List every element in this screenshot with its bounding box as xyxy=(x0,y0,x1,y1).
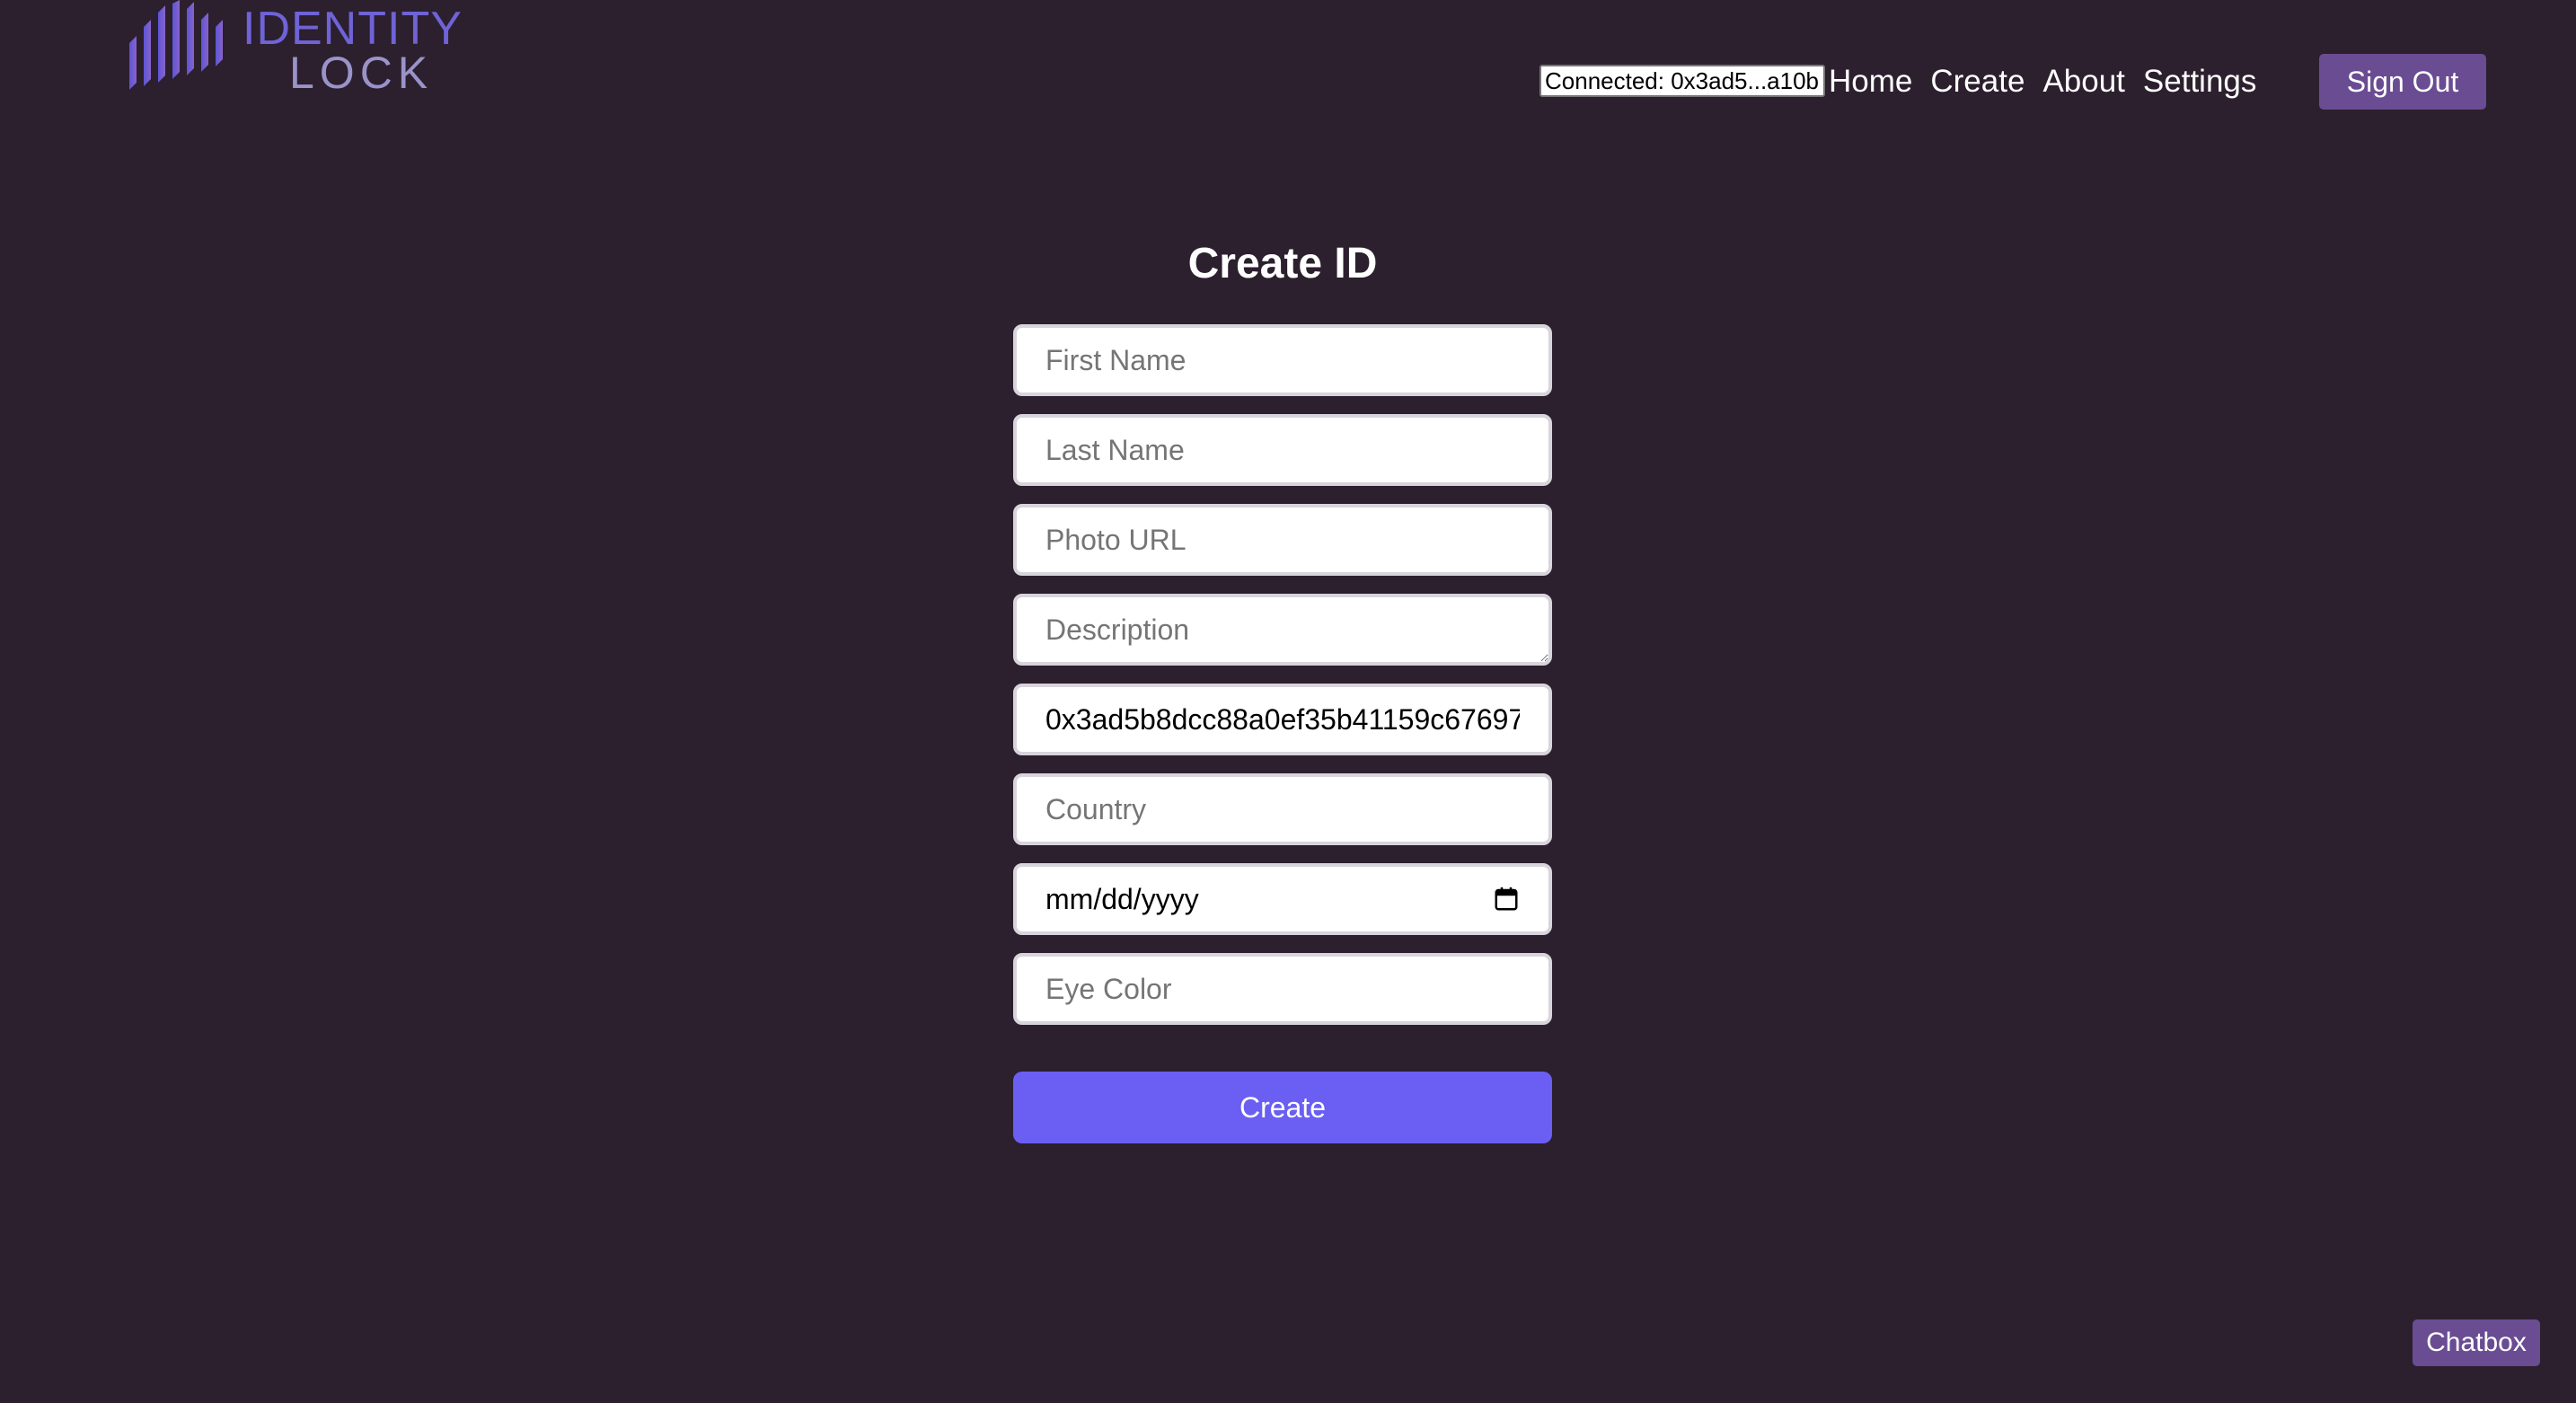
photo-url-input[interactable] xyxy=(1013,504,1552,576)
logo-bars-icon xyxy=(129,0,223,90)
logo-line1: IDENTITY xyxy=(243,3,463,55)
nav-link-home[interactable]: Home xyxy=(1829,59,1912,104)
logo-wordmark: IDENTITY LOCK xyxy=(243,0,462,99)
eye-color-input[interactable] xyxy=(1013,953,1552,1025)
identity-lock-logo[interactable]: IDENTITY LOCK xyxy=(126,0,462,99)
wallet-address-input[interactable] xyxy=(1013,684,1552,755)
country-input[interactable] xyxy=(1013,773,1552,845)
nav-link-create[interactable]: Create xyxy=(1930,59,2025,104)
date-input-text: mm/dd/yyyy xyxy=(1045,882,1199,915)
first-name-input[interactable] xyxy=(1013,324,1552,396)
calendar-icon[interactable] xyxy=(1493,886,1520,913)
nav-link-settings[interactable]: Settings xyxy=(2143,59,2256,104)
main-nav: Home Create About Settings xyxy=(1829,59,2256,104)
logo-line2: LOCK xyxy=(289,48,434,98)
create-button[interactable]: Create xyxy=(1013,1072,1552,1143)
birth-date-input[interactable]: mm/dd/yyyy xyxy=(1013,863,1552,935)
description-textarea[interactable] xyxy=(1013,594,1552,666)
sign-out-button[interactable]: Sign Out xyxy=(2319,54,2486,110)
last-name-input[interactable] xyxy=(1013,414,1552,486)
connected-wallet-status: Connected: 0x3ad5...a10b xyxy=(1539,65,1825,97)
page: IDENTITY LOCK Connected: 0x3ad5...a10b H… xyxy=(0,0,2576,1403)
nav-link-about[interactable]: About xyxy=(2042,59,2124,104)
page-title: Create ID xyxy=(1187,240,1378,287)
chatbox-button[interactable]: Chatbox xyxy=(2413,1319,2540,1366)
